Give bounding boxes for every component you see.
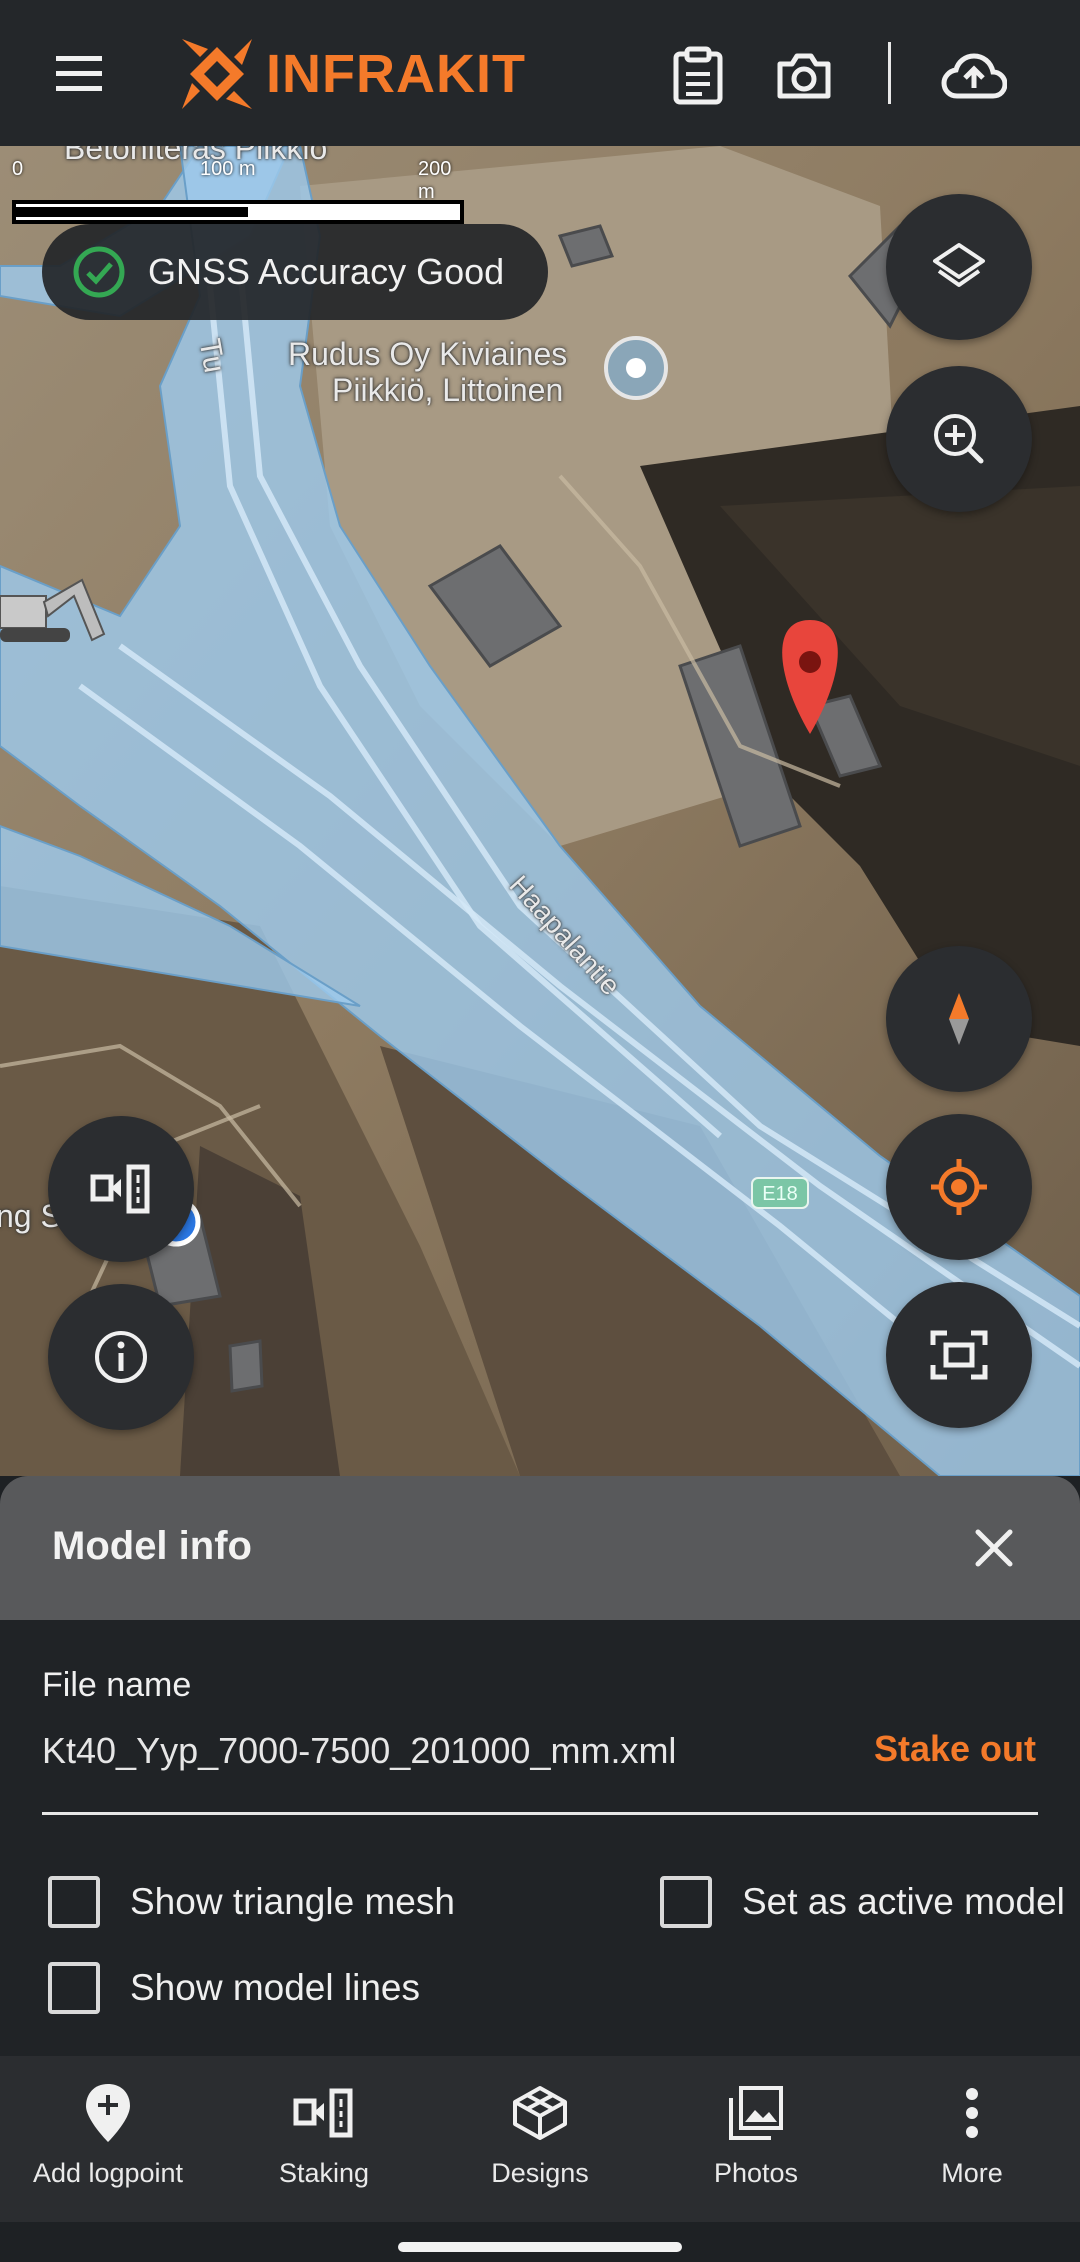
svg-text:E18: E18 <box>762 1183 798 1205</box>
infrakit-logo: INFRAKIT <box>178 34 526 114</box>
layers-button[interactable] <box>886 194 1032 340</box>
road-label-turku: Tu <box>192 336 231 376</box>
file-name-value: Kt40_Yyp_7000-7500_201000_mm.xml <box>42 1730 677 1771</box>
compass-button[interactable] <box>886 946 1032 1092</box>
my-location-icon <box>931 1159 987 1215</box>
nav-label: Designs <box>491 2158 589 2188</box>
set-active-model-checkbox[interactable]: Set as active model <box>660 1876 1065 1928</box>
check-circle-icon <box>73 246 125 298</box>
cloud-upload-icon[interactable] <box>936 38 1012 114</box>
gesture-bar <box>0 2222 1080 2262</box>
sheet-title: Model info <box>52 1524 252 1568</box>
staking-icon <box>90 1164 150 1214</box>
layers-icon <box>933 243 985 287</box>
nav-designs[interactable]: Designs <box>432 2056 648 2222</box>
model-info-panel: File name Kt40_Yyp_7000-7500_201000_mm.x… <box>0 1620 1080 2056</box>
nav-label: More <box>941 2158 1003 2188</box>
home-indicator[interactable] <box>398 2242 682 2252</box>
gnss-status-text: GNSS Accuracy Good <box>148 251 505 292</box>
poi-pin[interactable] <box>604 336 668 400</box>
checkbox-box[interactable] <box>48 1876 100 1928</box>
map-view[interactable]: E18 Betoniteräs Piikkiö Rudus Oy Kiviain… <box>0 146 1080 1476</box>
app-bar: INFRAKIT <box>0 0 1080 146</box>
fit-screen-icon <box>930 1330 988 1380</box>
info-button[interactable] <box>48 1284 194 1430</box>
model-info-header: Model info <box>0 1476 1080 1620</box>
scale-label-200: 200 m <box>418 158 452 203</box>
nav-staking[interactable]: Staking <box>216 2056 432 2222</box>
checkbox-label: Show model lines <box>130 1967 420 2008</box>
place-label-rudus-1: Rudus Oy Kiviaines <box>288 336 568 372</box>
camera-icon[interactable] <box>766 38 842 114</box>
infrakit-logo-icon <box>182 39 252 109</box>
zoom-in-icon <box>934 414 984 464</box>
photos-icon <box>729 2086 783 2140</box>
nav-photos[interactable]: Photos <box>648 2056 864 2222</box>
map-scale-bar: 0 100 m 200 m <box>8 158 468 224</box>
nav-label: Add logpoint <box>32 2158 184 2188</box>
add-logpoint-icon <box>86 2084 130 2142</box>
show-triangle-mesh-checkbox[interactable]: Show triangle mesh <box>48 1876 455 1928</box>
stake-out-button[interactable]: Stake out <box>874 1728 1036 1770</box>
appbar-divider <box>888 42 891 104</box>
e18-road-shield: E18 <box>751 1177 809 1209</box>
bottom-navigation: Add logpoint Staking Designs Photos More <box>0 2056 1080 2222</box>
scale-label-0: 0 <box>12 158 24 180</box>
staking-icon <box>293 2088 353 2138</box>
show-model-lines-checkbox[interactable]: Show model lines <box>48 1962 420 2014</box>
more-vert-icon <box>966 2088 978 2138</box>
brand-name: INFRAKIT <box>266 44 526 104</box>
zoom-button[interactable] <box>886 366 1032 512</box>
checkbox-box[interactable] <box>660 1876 712 1928</box>
gnss-status-chip[interactable]: GNSS Accuracy Good <box>42 224 548 320</box>
staking-view-button[interactable] <box>48 1116 194 1262</box>
checkbox-box[interactable] <box>48 1962 100 2014</box>
clipboard-icon[interactable] <box>660 38 736 114</box>
checkbox-label: Set as active model <box>742 1881 1065 1922</box>
place-label-rudus-2: Piikkiö, Littoinen <box>332 372 564 408</box>
info-icon <box>95 1331 147 1383</box>
close-icon[interactable] <box>968 1522 1020 1574</box>
fit-view-button[interactable] <box>886 1282 1032 1428</box>
menu-icon[interactable] <box>52 50 116 98</box>
file-name-label: File name <box>42 1666 192 1704</box>
nav-label: Staking <box>278 2158 370 2188</box>
checkbox-label: Show triangle mesh <box>130 1881 455 1922</box>
compass-icon <box>949 993 969 1045</box>
nav-label: Photos <box>713 2158 799 2188</box>
my-location-button[interactable] <box>886 1114 1032 1260</box>
scale-label-100: 100 m <box>200 158 256 180</box>
designs-icon <box>513 2086 567 2140</box>
nav-add-logpoint[interactable]: Add logpoint <box>0 2056 216 2222</box>
nav-more[interactable]: More <box>864 2056 1080 2222</box>
file-name-underline <box>42 1812 1038 1815</box>
